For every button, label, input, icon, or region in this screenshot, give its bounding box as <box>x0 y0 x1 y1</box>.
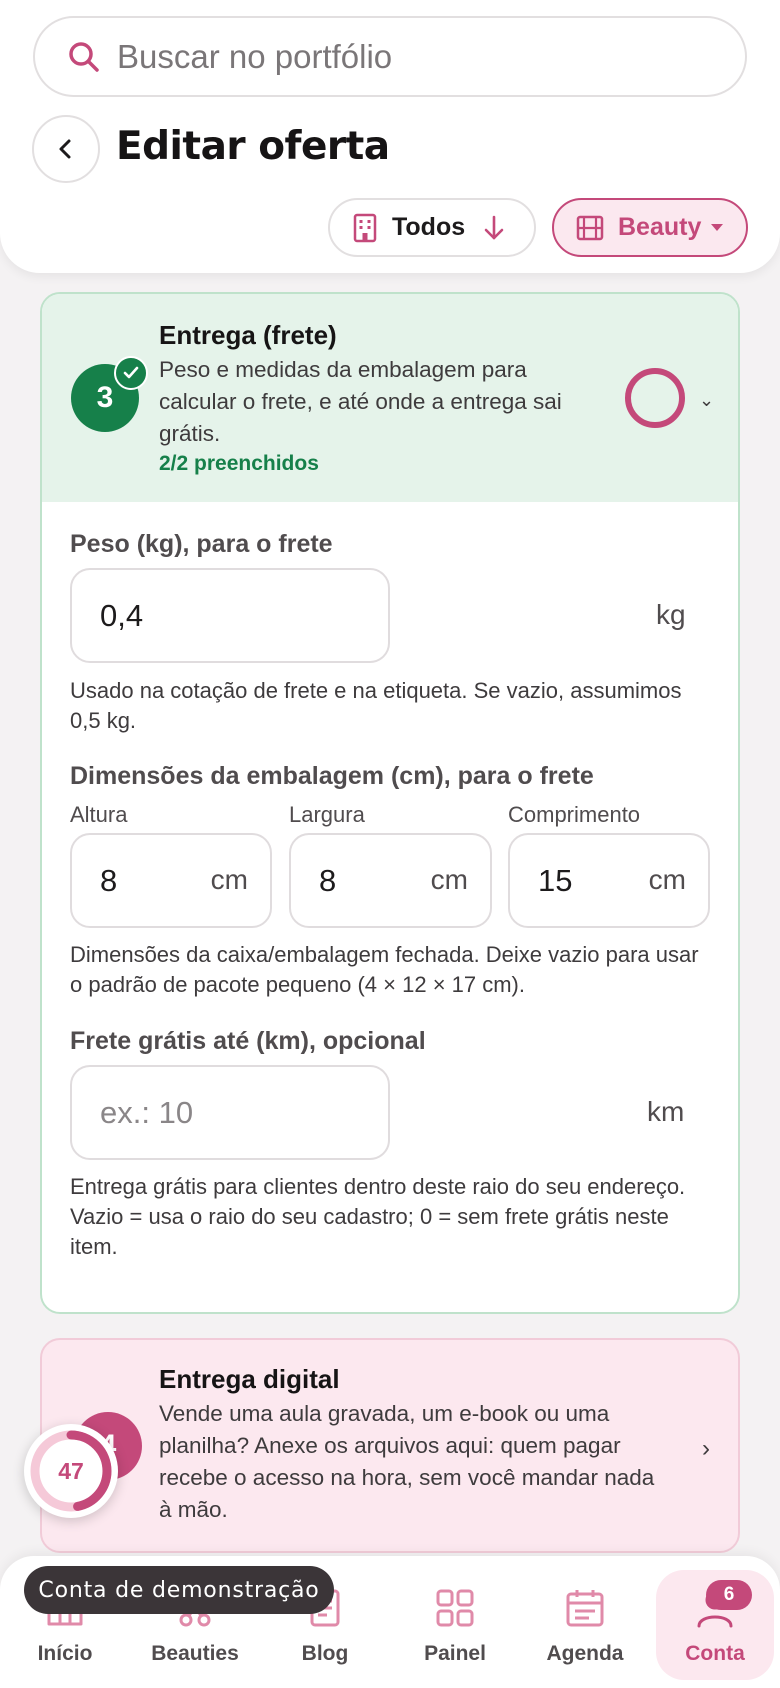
free-shipping-help-text: Entrega grátis para clientes dentro dest… <box>70 1174 686 1259</box>
page-title: Editar oferta <box>116 124 390 169</box>
search-bar[interactable] <box>33 16 747 97</box>
height-label: Altura <box>70 802 128 827</box>
length-input[interactable] <box>538 862 628 899</box>
width-unit: cm <box>430 864 468 895</box>
dimensions-help-text: Dimensões da caixa/embalagem fechada. De… <box>70 942 699 997</box>
nav-item-agenda[interactable]: Agenda <box>520 1556 650 1688</box>
free-shipping-label: Frete grátis até (km), opcional <box>70 1027 426 1055</box>
chevron-left-icon <box>59 139 71 159</box>
section-description: Vende uma aula gravada, um e-book ou uma… <box>159 1401 655 1522</box>
nav-item-account[interactable]: Conta 6 <box>656 1570 774 1680</box>
nav-item-panel[interactable]: Painel <box>390 1556 520 1688</box>
digital-delivery-section-card[interactable]: 4 Entrega digital Vende uma aula gravada… <box>40 1338 740 1553</box>
search-icon <box>69 41 99 72</box>
length-unit: cm <box>648 864 686 895</box>
arrow-down-icon <box>484 215 504 239</box>
free-shipping-input[interactable] <box>100 1094 388 1131</box>
demo-account-banner: Conta de demonstração <box>24 1566 334 1614</box>
nav-label-panel: Painel <box>424 1642 486 1665</box>
scope-filter-label: Todos <box>392 213 466 241</box>
shipping-section-card: 3 Entrega (frete) Peso e medidas da emba… <box>40 292 740 1314</box>
check-icon <box>114 356 148 390</box>
width-field[interactable]: cm <box>289 833 492 928</box>
chevron-down-icon[interactable]: ⌄ <box>699 390 714 411</box>
section-description: Peso e medidas da embalagem para calcula… <box>159 357 562 446</box>
weight-field[interactable] <box>70 568 390 663</box>
caret-down-icon <box>711 224 724 231</box>
search-input[interactable] <box>117 37 717 76</box>
section-title: Entrega digital <box>159 1364 340 1394</box>
chevron-right-icon: › <box>702 1435 710 1462</box>
nav-label-agenda: Agenda <box>546 1642 624 1665</box>
height-field[interactable]: cm <box>70 833 272 928</box>
back-button[interactable] <box>32 115 100 183</box>
section-status: 2/2 preenchidos <box>159 452 319 475</box>
weight-input[interactable] <box>100 597 388 634</box>
scope-filter-chip[interactable]: Todos <box>328 198 536 257</box>
top-header: Editar oferta Todos Beauty <box>0 0 780 273</box>
nav-label-blog: Blog <box>301 1642 349 1665</box>
building-icon <box>353 213 377 242</box>
category-filter-label: Beauty <box>618 213 702 241</box>
profile-score-badge[interactable]: 47 <box>24 1424 118 1518</box>
length-label: Comprimento <box>508 802 641 827</box>
weight-label: Peso (kg), para o frete <box>70 530 333 558</box>
weight-help-text: Usado na cotação de frete e na etiqueta.… <box>70 678 682 733</box>
width-label: Largura <box>289 802 365 827</box>
category-filter-chip[interactable]: Beauty <box>552 198 748 257</box>
free-shipping-field[interactable] <box>70 1065 390 1160</box>
shipping-section-header[interactable]: 3 Entrega (frete) Peso e medidas da emba… <box>42 294 738 502</box>
free-shipping-unit: km <box>647 1096 685 1127</box>
notification-badge: 6 <box>706 1580 752 1610</box>
section-title: Entrega (frete) <box>159 320 337 350</box>
length-field[interactable]: cm <box>508 833 710 928</box>
dimensions-label: Dimensões da embalagem (cm), para o fret… <box>70 762 594 790</box>
score-value: 47 <box>58 1457 84 1484</box>
nav-label-account: Conta <box>685 1642 745 1665</box>
progress-ring-icon <box>625 368 685 428</box>
nav-label-beauties: Beauties <box>151 1642 239 1665</box>
weight-unit: kg <box>656 599 686 630</box>
grid-icon <box>436 1589 474 1627</box>
film-icon <box>576 215 604 240</box>
height-input[interactable] <box>100 862 190 899</box>
calendar-icon <box>566 1590 604 1627</box>
width-input[interactable] <box>319 862 409 899</box>
nav-label-home: Início <box>37 1642 93 1665</box>
height-unit: cm <box>210 864 248 895</box>
